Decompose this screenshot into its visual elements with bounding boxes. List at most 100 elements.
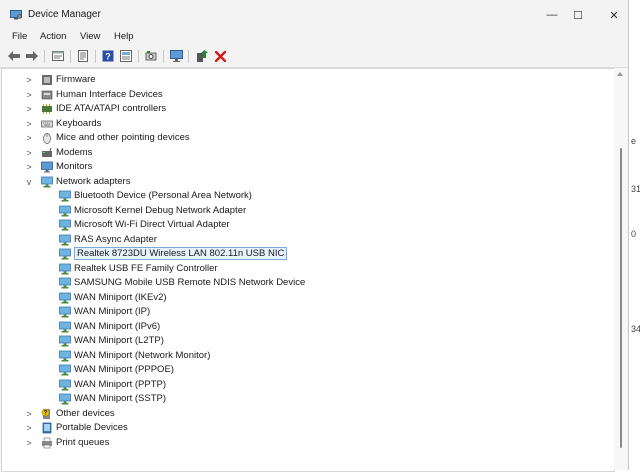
tree-item-label: SAMSUNG Mobile USB Remote NDIS Network D… [74,277,306,288]
scroll-thumb[interactable] [620,148,622,448]
tree-device-row[interactable]: WAN Miniport (Network Monitor) [2,349,612,363]
network-adapter-icon [59,263,71,274]
network-adapter-icon [59,219,71,231]
expand-chevron-icon[interactable]: > [24,75,34,85]
background-window-fragment: e 31 0 34 [629,0,640,470]
firmware-icon [42,75,52,85]
menu-view[interactable]: View [80,31,100,42]
svg-text:?: ? [44,410,48,416]
help-button[interactable]: ? [101,49,115,63]
forward-button[interactable] [25,49,39,63]
network-adapter-icon [59,379,71,390]
device-manager-app-icon [10,10,22,20]
tree-category-row[interactable]: > Print queues [2,436,612,450]
monitor-button[interactable] [169,49,183,63]
tree-category-row[interactable]: > IDE ATA/ATAPI controllers [2,102,612,116]
expand-chevron-icon[interactable]: > [24,438,34,448]
update-driver-button[interactable] [195,49,209,63]
tree-item-label: WAN Miniport (PPTP) [74,378,167,390]
background-text: 0 [631,229,637,239]
forward-icon [26,51,38,61]
network-adapter-icon [59,364,71,376]
network-adapter-icon [59,393,71,405]
network-adapter-icon [59,234,71,245]
tree-category-row[interactable]: v Network adapters [2,175,612,189]
expand-chevron-icon[interactable]: > [24,162,34,172]
window-title: Device Manager [28,9,101,20]
back-icon [8,51,20,61]
expand-chevron-icon[interactable]: > [24,133,34,143]
network-adapter-icon [59,190,71,202]
scroll-up-arrow[interactable] [617,72,623,76]
collapse-chevron-icon[interactable]: v [24,177,34,187]
network-adapter-icon [59,350,71,361]
mouse-icon [43,133,51,144]
scan-hardware-button[interactable] [144,49,158,63]
tree-device-row[interactable]: WAN Miniport (SSTP) [2,392,612,406]
uninstall-device-button[interactable] [213,49,227,63]
expand-chevron-icon[interactable]: > [24,119,34,129]
tree-device-row[interactable]: Microsoft Kernel Debug Network Adapter [2,204,612,218]
menu-action[interactable]: Action [40,31,66,42]
tree-category-row[interactable]: > Modems [2,146,612,160]
title-bar[interactable]: Device Manager — ☐ ✕ [0,0,628,30]
tree-item-label: WAN Miniport (IP) [74,306,151,317]
help-icon: ? [102,50,114,62]
properties-sheet-icon [52,51,64,61]
hid-icon [41,90,53,99]
tree-item-label: WAN Miniport (IPv6) [74,320,161,332]
device-manager-window: Device Manager — ☐ ✕ File Action View He… [0,0,629,472]
network-adapter-icon [59,321,71,332]
tree-item-label: Realtek USB FE Family Controller [74,262,218,274]
tree-item-label: WAN Miniport (IKEv2) [74,291,167,303]
tree-device-row[interactable]: SAMSUNG Mobile USB Remote NDIS Network D… [2,276,612,290]
tree-device-row[interactable]: WAN Miniport (L2TP) [2,334,612,348]
tree-device-row[interactable]: WAN Miniport (IKEv2) [2,291,612,305]
tree-device-row[interactable]: WAN Miniport (IP) [2,305,612,319]
tree-category-row[interactable]: > Monitors [2,160,612,174]
tree-device-row[interactable]: Realtek USB FE Family Controller [2,262,612,276]
back-button[interactable] [7,49,21,63]
menu-file[interactable]: File [12,31,27,42]
tree-device-row[interactable]: RAS Async Adapter [2,233,612,247]
tree-device-row[interactable]: Bluetooth Device (Personal Area Network) [2,189,612,203]
tree-item-label: WAN Miniport (SSTP) [74,393,167,404]
list-view-button[interactable] [119,49,133,63]
tree-item-label: Other devices [56,407,115,419]
expand-chevron-icon[interactable]: > [24,90,34,100]
tree-device-row[interactable]: WAN Miniport (PPPOE) [2,363,612,377]
tree-item-label: WAN Miniport (L2TP) [74,335,164,346]
network-adapter-icon [59,205,71,216]
tree-item-label: IDE ATA/ATAPI controllers [56,103,167,114]
monitor-icon [41,161,53,173]
tree-item-label: WAN Miniport (PPPOE) [74,364,174,375]
list-view-icon [120,50,132,62]
tree-device-row[interactable]: Realtek 8723DU Wireless LAN 802.11n USB … [2,247,612,261]
expand-chevron-icon[interactable]: > [24,409,34,419]
tree-category-row[interactable]: > Mice and other pointing devices [2,131,612,145]
tree-device-row[interactable]: WAN Miniport (PPTP) [2,378,612,392]
show-hidden-icon [78,50,88,62]
expand-chevron-icon[interactable]: > [24,148,34,158]
network-adapter-icon [59,277,71,289]
printer-icon [42,437,52,448]
tree-item-label: Bluetooth Device (Personal Area Network) [74,190,252,201]
properties-sheet-button[interactable] [51,49,65,63]
menu-help[interactable]: Help [114,31,134,42]
maximize-icon: ☐ [573,9,583,22]
device-tree[interactable]: > Firmware > Human Interface Devices > IDE AT… [1,68,615,472]
tree-category-row[interactable]: > Firmware [2,73,612,87]
close-icon: ✕ [609,9,619,22]
tree-category-row[interactable]: > Keyboards [2,117,612,131]
background-text: 34 [631,324,640,334]
vertical-scrollbar[interactable] [614,68,627,470]
tree-category-row[interactable]: > Human Interface Devices [2,88,612,102]
show-hidden-button[interactable] [76,49,90,63]
tree-category-row[interactable]: > Portable Devices [2,421,612,435]
tree-device-row[interactable]: Microsoft Wi-Fi Direct Virtual Adapter [2,218,612,232]
toolbar-separator [163,50,164,63]
tree-category-row[interactable]: >? Other devices [2,407,612,421]
expand-chevron-icon[interactable]: > [24,104,34,114]
expand-chevron-icon[interactable]: > [24,423,34,433]
tree-device-row[interactable]: WAN Miniport (IPv6) [2,320,612,334]
